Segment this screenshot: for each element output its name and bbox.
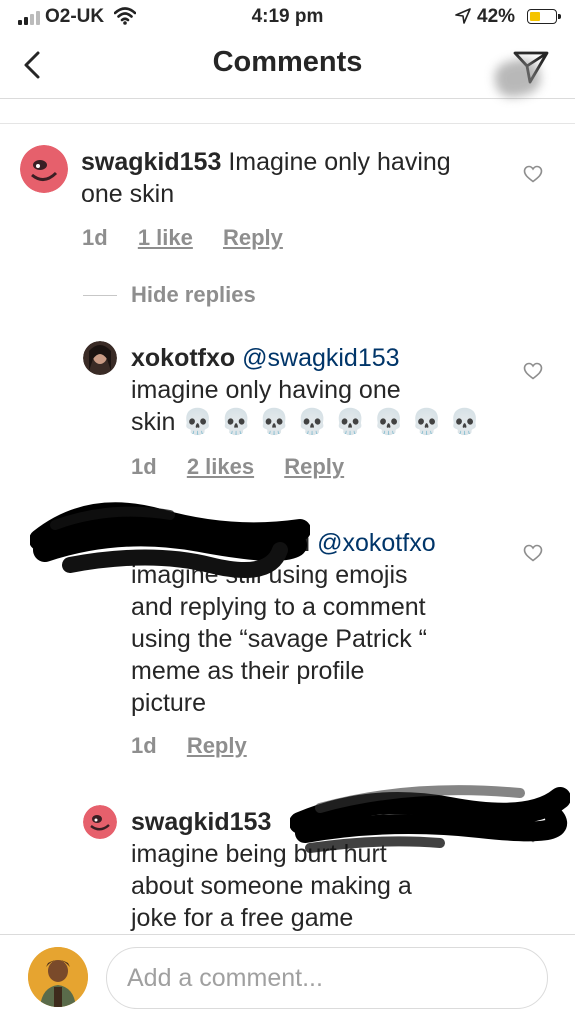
avatar[interactable] xyxy=(83,805,117,839)
nav-bar: Comments xyxy=(0,34,575,99)
likes-link[interactable]: 2 likes xyxy=(187,454,254,479)
comment-meta: 1d 1 like Reply xyxy=(82,225,307,251)
reply-username[interactable]: xokotfxo xyxy=(131,344,235,372)
reply-body-line: about someone making a xyxy=(131,872,412,900)
heart-icon[interactable] xyxy=(523,165,543,183)
reply-button[interactable]: Reply xyxy=(284,454,344,479)
mention-link[interactable]: @swagkid153 xyxy=(242,344,399,372)
heart-icon[interactable] xyxy=(523,544,543,562)
reply-body-line: using the “savage Patrick “ xyxy=(131,625,427,653)
battery-icon xyxy=(527,9,561,24)
location-arrow-icon xyxy=(455,8,471,24)
redaction-scribble xyxy=(30,502,310,578)
divider xyxy=(0,123,575,124)
reply-body-line: and replying to a comment xyxy=(131,593,426,621)
divider-line xyxy=(83,294,117,296)
reply-meta: 1d Reply xyxy=(131,733,271,759)
page-title: Comments xyxy=(212,46,363,78)
comment-input[interactable] xyxy=(106,947,548,1009)
reply-body-line: meme as their profile xyxy=(131,657,365,685)
my-avatar xyxy=(28,947,88,1007)
likes-link[interactable]: 1 like xyxy=(138,225,193,250)
redaction-scribble xyxy=(290,785,570,853)
hide-replies-label: Hide replies xyxy=(131,282,256,307)
comment-username[interactable]: swagkid153 xyxy=(81,148,221,176)
comment-composer xyxy=(0,934,575,1025)
reply-meta: 1d 2 likes Reply xyxy=(131,454,368,480)
reply-body-line: imagine only having one xyxy=(131,376,401,404)
reply-body-line: joke for a free game xyxy=(131,904,354,932)
reply-time: 1d xyxy=(131,454,157,479)
reply-text: xokotfxo @swagkid153 imagine only having… xyxy=(131,342,511,438)
mention-link[interactable]: @xokotfxo xyxy=(317,529,435,557)
avatar[interactable] xyxy=(20,145,68,193)
reply-body-line: picture xyxy=(131,689,207,717)
reply-body-line: skin xyxy=(131,408,176,436)
avatar[interactable] xyxy=(83,341,117,375)
reply-button[interactable]: Reply xyxy=(187,733,247,758)
reply-time: 1d xyxy=(131,733,157,758)
hide-replies-toggle[interactable]: Hide replies xyxy=(83,282,256,308)
reply-username[interactable]: swagkid153 xyxy=(131,808,271,836)
battery-percent: 42% xyxy=(477,6,516,27)
heart-icon[interactable] xyxy=(523,362,543,380)
status-bar: O2-UK 4:19 pm 42% xyxy=(0,0,575,34)
skull-emoji: 💀💀💀💀💀💀💀💀 xyxy=(182,408,488,436)
comment-text: swagkid153 Imagine only having one skin xyxy=(81,146,481,210)
reply-button[interactable]: Reply xyxy=(223,225,283,250)
comment-time: 1d xyxy=(82,225,108,250)
